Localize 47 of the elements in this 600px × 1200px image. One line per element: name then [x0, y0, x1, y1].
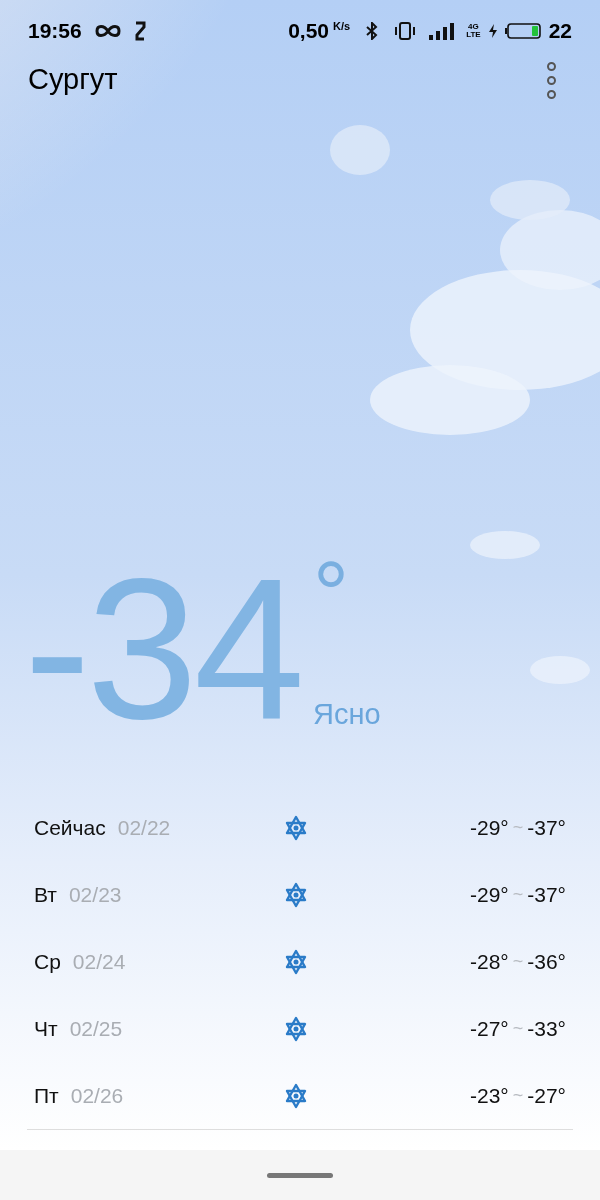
range-separator: ~: [512, 1017, 524, 1040]
low-temperature: -37°: [527, 814, 566, 841]
more-menu-icon[interactable]: [547, 61, 556, 99]
forecast-date: 02/22: [117, 814, 171, 841]
high-temperature: -29°: [470, 814, 509, 841]
forecast-day: Вт: [34, 878, 57, 911]
range-separator: ~: [512, 950, 524, 973]
charging-icon: [488, 24, 497, 38]
low-temperature: -36°: [527, 948, 566, 975]
degree-sign: °: [313, 554, 351, 634]
city-title: Сургут: [28, 62, 118, 98]
high-temperature: -28°: [470, 948, 509, 975]
forecast-day: Пт: [34, 1079, 59, 1112]
vibrate-icon: [394, 22, 417, 40]
high-temperature: -23°: [470, 1082, 509, 1109]
bluetooth-icon: [366, 22, 379, 40]
forecast-date: 02/23: [68, 881, 122, 908]
network-type: 4G: [468, 23, 479, 31]
weather-condition: Ясно: [313, 696, 381, 732]
star-icon: [284, 948, 308, 975]
range-separator: ~: [512, 883, 524, 906]
forecast-date: 02/25: [69, 1015, 123, 1042]
high-temperature: -29°: [470, 881, 509, 908]
range-separator: ~: [512, 816, 524, 839]
status-time: 19:56: [28, 18, 82, 45]
star-icon: [284, 1015, 308, 1042]
high-temperature: -27°: [470, 1015, 509, 1042]
forecast-day: Ср: [34, 945, 61, 978]
star-icon: [284, 814, 308, 841]
network-type: LTE: [466, 31, 481, 39]
forecast-day: Сейчас: [34, 811, 106, 844]
forecast-date: 02/24: [72, 948, 126, 975]
forecast-date: 02/26: [70, 1082, 124, 1109]
network-speed: 0,50: [288, 18, 329, 45]
battery-percent: 22: [548, 18, 572, 45]
range-separator: ~: [512, 1084, 524, 1107]
infinity-icon: [93, 24, 122, 38]
star-icon: [284, 1082, 308, 1109]
current-temperature: -34: [24, 554, 302, 744]
speed-unit: K/s: [333, 19, 351, 34]
low-temperature: -33°: [527, 1015, 566, 1042]
home-indicator[interactable]: [267, 1172, 333, 1178]
star-icon: [284, 881, 308, 908]
battery-icon: [504, 23, 541, 39]
low-temperature: -37°: [527, 881, 566, 908]
low-temperature: -27°: [527, 1082, 566, 1109]
forecast-day: Чт: [34, 1012, 58, 1045]
